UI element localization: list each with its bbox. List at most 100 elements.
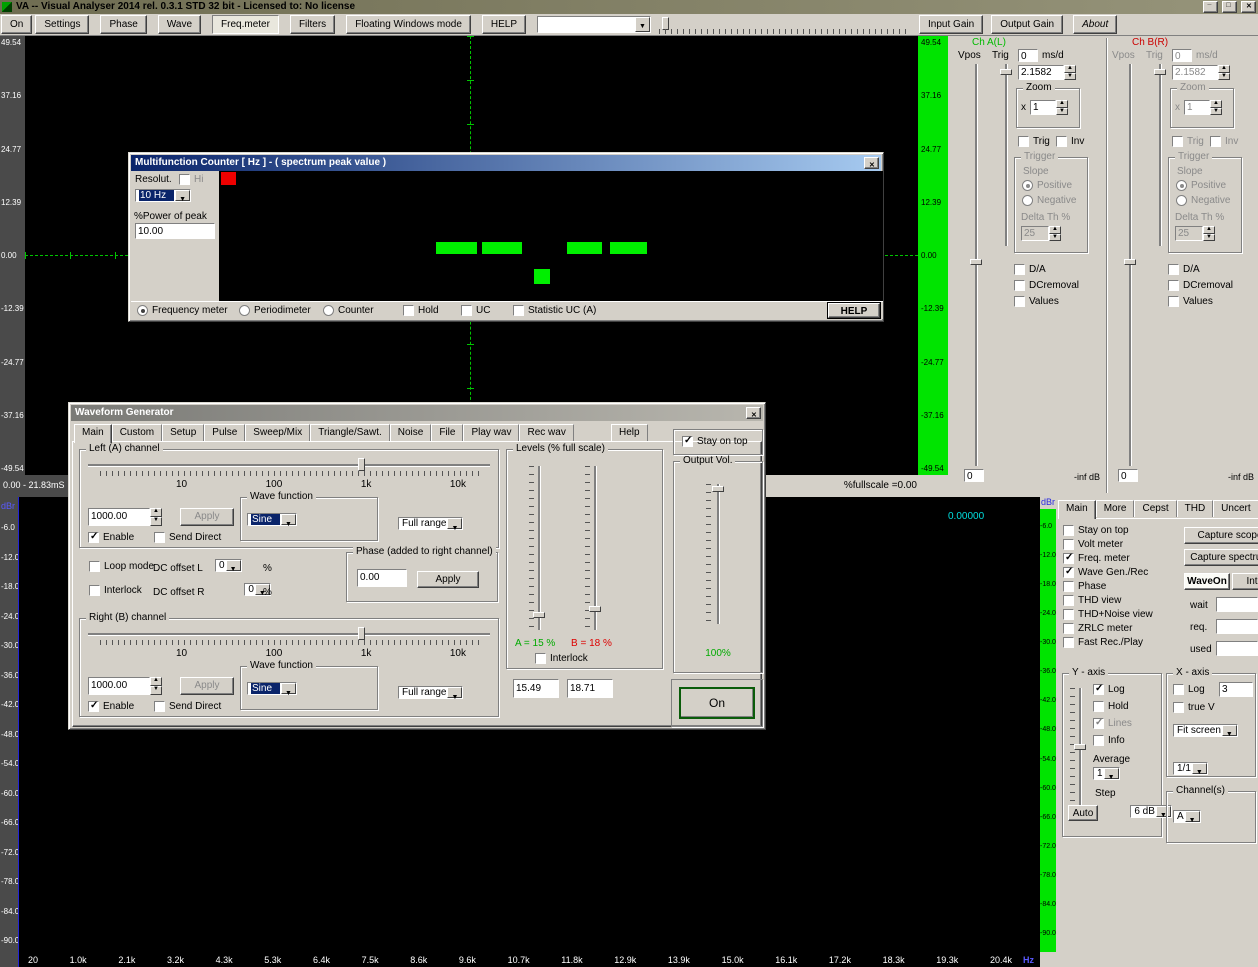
capture-spectrum-button[interactable]: Capture spectrum bbox=[1184, 549, 1258, 566]
channel-b-values-checkbox[interactable]: Values bbox=[1168, 296, 1213, 307]
toolbar-button[interactable]: Wave bbox=[158, 15, 201, 34]
fit-screen-combo[interactable]: Fit screen bbox=[1173, 724, 1238, 737]
wavegen-tab[interactable]: Triangle/Sawt. bbox=[310, 424, 390, 441]
output-vol-slider-thumb[interactable] bbox=[712, 486, 724, 492]
checkbox-box[interactable] bbox=[403, 305, 414, 316]
left-enable-checkbox[interactable]: Enable bbox=[88, 532, 134, 543]
channel-a-ms-value[interactable]: 0 bbox=[1018, 49, 1038, 62]
spin-up-icon[interactable] bbox=[1203, 226, 1215, 234]
checkbox-box[interactable] bbox=[1063, 581, 1074, 592]
uc-checkbox[interactable]: UC bbox=[461, 305, 490, 316]
wavegen-tab[interactable]: Pulse bbox=[204, 424, 245, 441]
checkbox-box[interactable] bbox=[1172, 136, 1183, 147]
channel-b-vpos-thumb[interactable] bbox=[1124, 259, 1136, 265]
right-enable-checkbox[interactable]: Enable bbox=[88, 701, 134, 712]
channel-a-dcremoval-checkbox[interactable]: DCremoval bbox=[1014, 280, 1079, 291]
wavegen-tab[interactable]: Custom bbox=[112, 424, 162, 441]
chevron-down-icon[interactable] bbox=[635, 17, 650, 32]
chevron-down-icon[interactable] bbox=[1185, 811, 1200, 822]
checkbox-box[interactable] bbox=[1168, 296, 1179, 307]
wavegen-tab[interactable]: File bbox=[431, 424, 463, 441]
output-vol-slider[interactable] bbox=[717, 484, 719, 624]
input-gain-button[interactable]: Input Gain bbox=[919, 15, 983, 34]
checkbox-box[interactable] bbox=[154, 532, 165, 543]
channel-a-values-checkbox[interactable]: Values bbox=[1014, 296, 1059, 307]
left-freq-slider[interactable] bbox=[88, 464, 490, 466]
spin-up-icon[interactable] bbox=[1056, 100, 1068, 108]
checkbox-thd-view[interactable]: THD view bbox=[1063, 595, 1153, 606]
channel-b-ms-step[interactable]: 2.1582 bbox=[1172, 65, 1218, 80]
checkbox-box[interactable] bbox=[1093, 684, 1104, 695]
radio-button[interactable] bbox=[1022, 180, 1033, 191]
channel-a-slope-positive[interactable]: Positive bbox=[1022, 180, 1072, 191]
spin-up-icon[interactable] bbox=[1064, 65, 1076, 73]
wavegen-titlebar[interactable]: Waveform Generator bbox=[71, 405, 763, 421]
checkbox-box[interactable] bbox=[1063, 553, 1074, 564]
phase-field[interactable]: 0.00 bbox=[357, 569, 407, 587]
checkbox-box[interactable] bbox=[1063, 623, 1074, 634]
counter-titlebar[interactable]: Multifunction Counter [ Hz ] - ( spectru… bbox=[131, 155, 881, 171]
panel-tab[interactable]: More bbox=[1096, 500, 1135, 517]
right-send-direct-checkbox[interactable]: Send Direct bbox=[154, 701, 221, 712]
spin-down-icon[interactable] bbox=[1218, 73, 1230, 81]
auto-button[interactable]: Auto bbox=[1068, 805, 1098, 821]
checkbox-wave-gen-rec[interactable]: Wave Gen./Rec bbox=[1063, 567, 1153, 578]
level-a-field[interactable]: 15.49 bbox=[513, 679, 559, 698]
checkbox-box[interactable] bbox=[1063, 637, 1074, 648]
chevron-down-icon[interactable] bbox=[281, 683, 296, 694]
spin-up-icon[interactable] bbox=[1218, 65, 1230, 73]
spin-down-icon[interactable] bbox=[1064, 73, 1076, 81]
capture-scope-button[interactable]: Capture scope bbox=[1184, 527, 1258, 544]
levels-interlock-checkbox[interactable]: Interlock bbox=[535, 653, 588, 664]
level-b-slider-thumb[interactable] bbox=[589, 606, 601, 612]
dc-offset-l-combo[interactable]: 0 bbox=[215, 559, 242, 572]
checkbox-box[interactable] bbox=[1173, 702, 1184, 713]
x-axis-log-checkbox[interactable]: Log bbox=[1173, 684, 1205, 695]
checkbox-box[interactable] bbox=[461, 305, 472, 316]
phase-apply-button[interactable]: Apply bbox=[417, 571, 479, 588]
chevron-down-icon[interactable] bbox=[1222, 725, 1237, 736]
chevron-down-icon[interactable] bbox=[175, 190, 190, 201]
chevron-down-icon[interactable] bbox=[226, 560, 241, 571]
int-button[interactable]: Int bbox=[1232, 573, 1258, 590]
left-frequency-spinner[interactable] bbox=[150, 508, 162, 526]
checkbox-box[interactable] bbox=[1168, 264, 1179, 275]
right-wave-combo[interactable]: Sine bbox=[247, 682, 297, 695]
counter-help-button[interactable]: HELP bbox=[828, 303, 880, 318]
channel-a-ms-step[interactable]: 2.1582 bbox=[1018, 65, 1064, 80]
checkbox-box[interactable] bbox=[1014, 264, 1025, 275]
maximize-icon[interactable] bbox=[1222, 1, 1237, 13]
channel-b-da-checkbox[interactable]: D/A bbox=[1168, 264, 1200, 275]
checkbox-fast-rec-play[interactable]: Fast Rec./Play bbox=[1063, 637, 1153, 648]
toolbar-button[interactable]: Filters bbox=[290, 15, 335, 34]
radio-button[interactable] bbox=[323, 305, 334, 316]
channel-b-ms-spinner[interactable] bbox=[1218, 65, 1230, 80]
left-wave-combo[interactable]: Sine bbox=[247, 513, 297, 526]
checkbox-box[interactable] bbox=[1173, 684, 1184, 695]
channel-a-zoom-spinner[interactable] bbox=[1056, 100, 1068, 115]
channel-b-zoom-spinner[interactable] bbox=[1210, 100, 1222, 115]
wavegen-tab[interactable]: Sweep/Mix bbox=[245, 424, 310, 441]
channel-b-trig-slider[interactable] bbox=[1159, 64, 1161, 246]
radio-button[interactable] bbox=[239, 305, 250, 316]
channel-b-trig-checkbox[interactable]: Trig bbox=[1172, 136, 1204, 147]
y-axis-info-checkbox[interactable]: Info bbox=[1093, 735, 1125, 746]
toolbar-button[interactable]: Floating Windows mode bbox=[346, 15, 471, 34]
y-axis-lines-checkbox[interactable]: Lines bbox=[1093, 718, 1132, 729]
chevron-down-icon[interactable] bbox=[281, 514, 296, 525]
checkbox-stay-on-top[interactable]: Stay on top bbox=[1063, 525, 1153, 536]
right-range-combo[interactable]: Full range bbox=[398, 686, 463, 699]
wavegen-tab[interactable]: Setup bbox=[162, 424, 204, 441]
checkbox-box[interactable] bbox=[682, 436, 693, 447]
generator-on-button[interactable]: On bbox=[679, 687, 755, 719]
toolbar-slider[interactable] bbox=[659, 16, 909, 34]
checkbox-box[interactable] bbox=[513, 305, 524, 316]
checkbox-box[interactable] bbox=[179, 174, 190, 185]
channel-a-zoom-value[interactable]: 1 bbox=[1030, 100, 1056, 115]
spin-up-icon[interactable] bbox=[150, 508, 162, 517]
level-b-field[interactable]: 18.71 bbox=[567, 679, 613, 698]
close-icon[interactable] bbox=[1241, 1, 1256, 13]
wavegen-tab[interactable]: Rec wav bbox=[519, 424, 573, 441]
checkbox-box[interactable] bbox=[1063, 609, 1074, 620]
toolbar-device-combo[interactable] bbox=[537, 16, 651, 33]
